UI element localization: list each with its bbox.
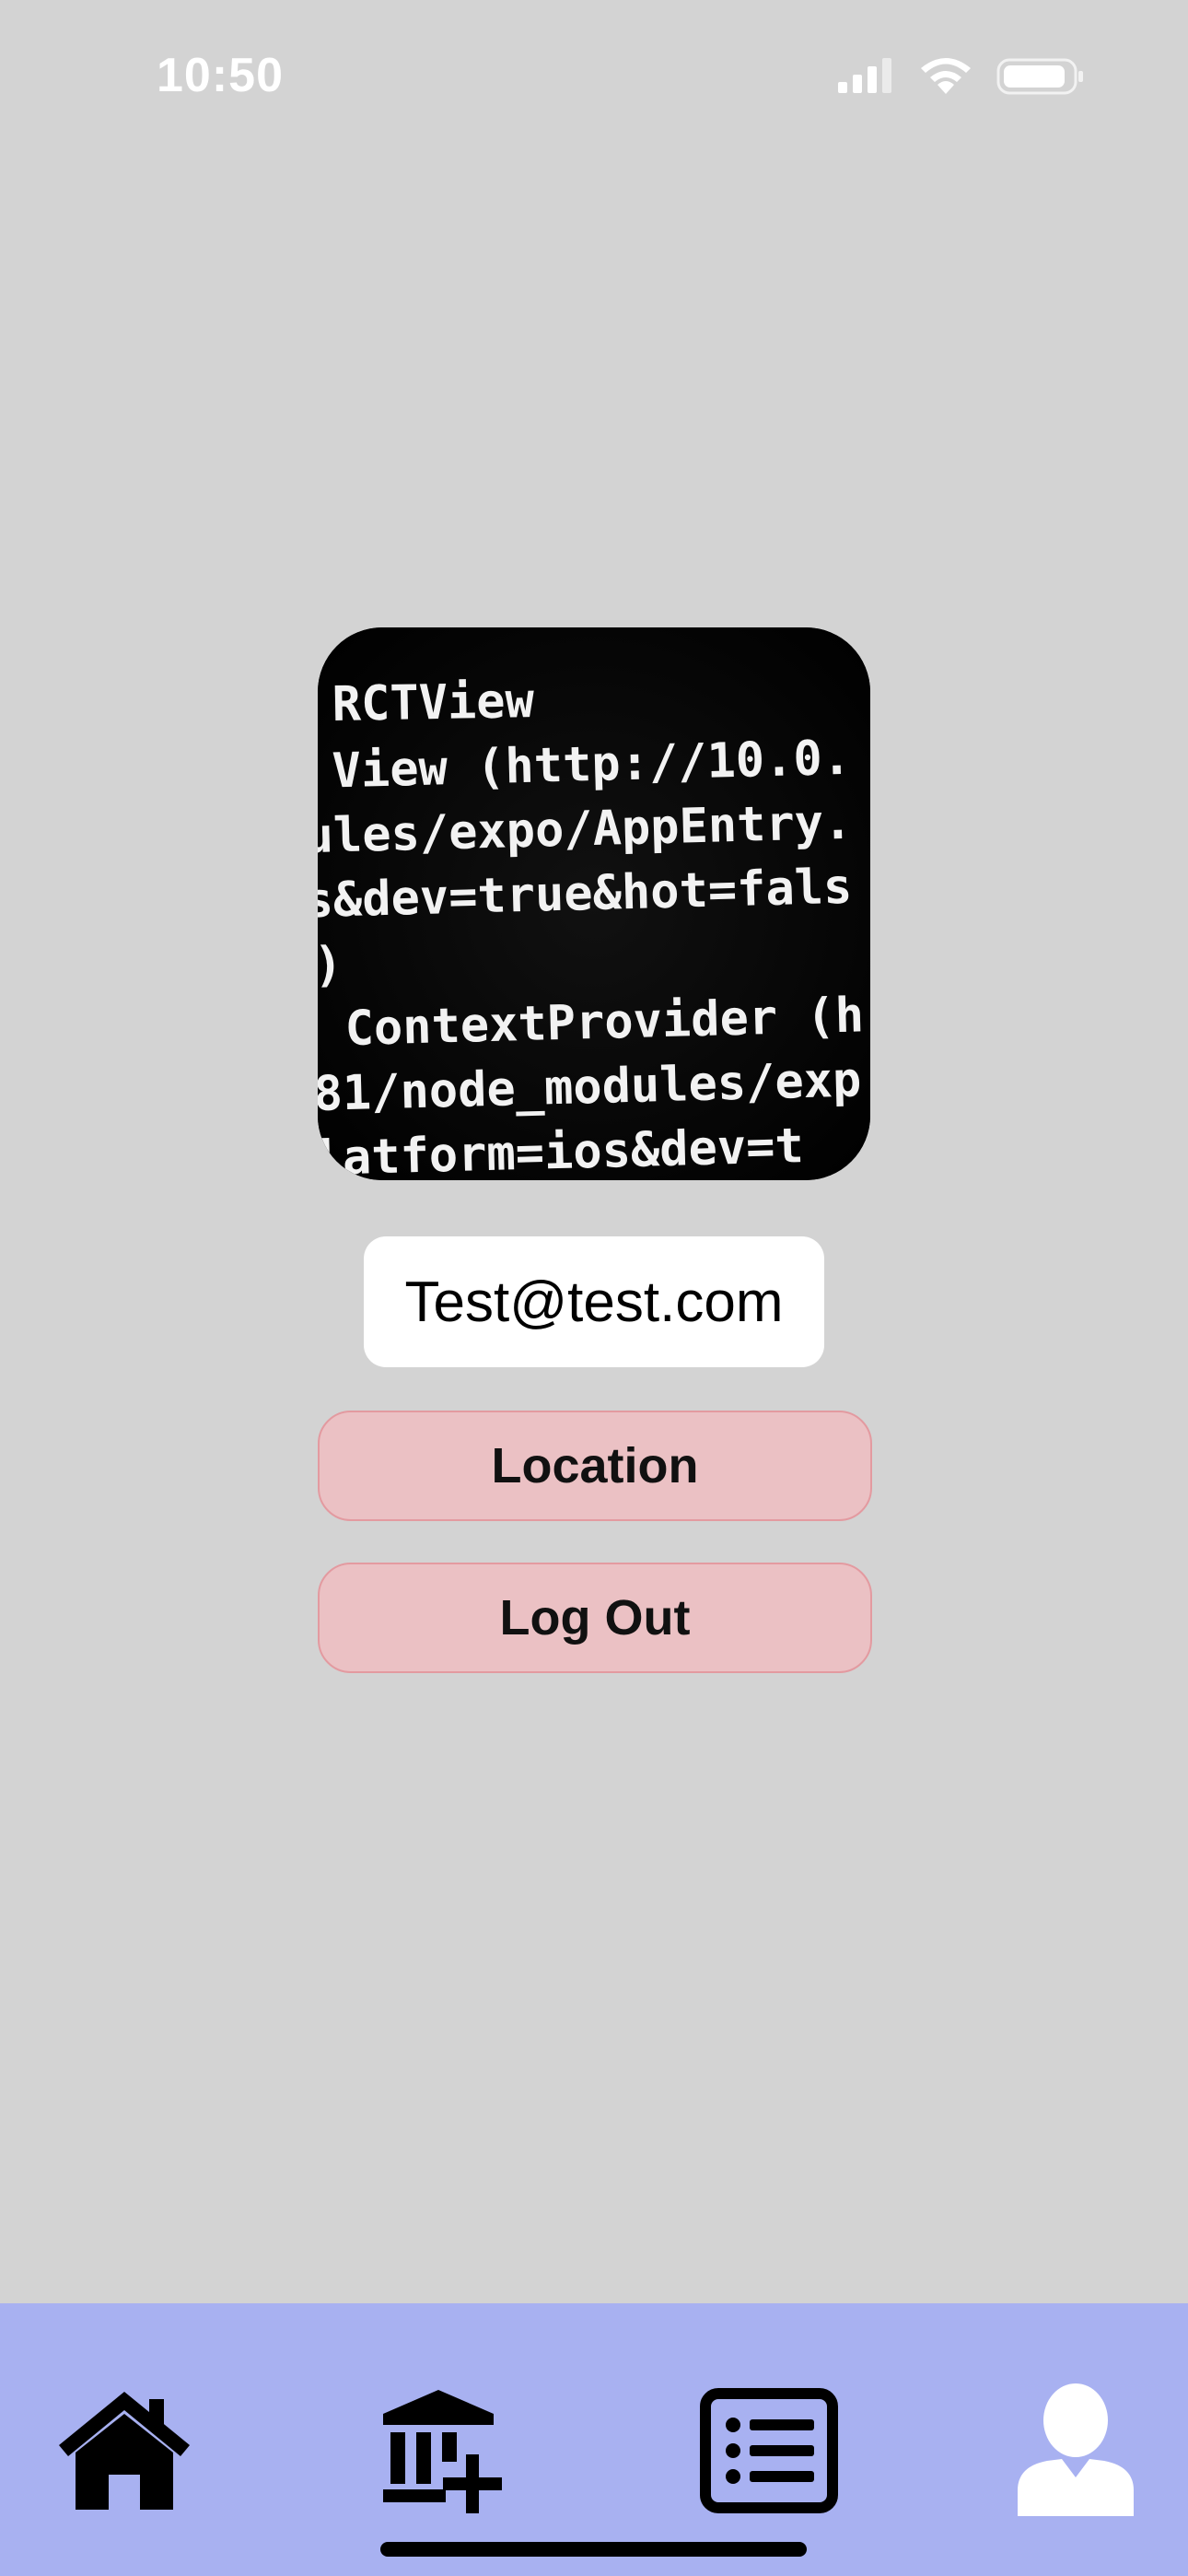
- user-profile-icon: [1018, 2383, 1134, 2516]
- tab-home[interactable]: [51, 2377, 198, 2524]
- home-icon: [59, 2392, 190, 2510]
- list-icon: [700, 2388, 838, 2513]
- photo-line-1: RCTView: [332, 673, 535, 732]
- profile-photo-image: RCTView View (http://10.0. ules/expo/App…: [318, 627, 870, 1180]
- cellular-signal-icon: [838, 58, 891, 93]
- tab-list[interactable]: [695, 2377, 843, 2524]
- profile-photo[interactable]: RCTView View (http://10.0. ules/expo/App…: [318, 627, 870, 1180]
- bank-add-icon: [383, 2390, 502, 2513]
- email-display: Test@test.com: [364, 1236, 824, 1367]
- status-icons: [836, 57, 1085, 96]
- tab-bar: [0, 2303, 1188, 2576]
- logout-button[interactable]: Log Out: [318, 1563, 872, 1673]
- battery-icon: [996, 58, 1083, 95]
- wifi-icon: [921, 58, 971, 94]
- status-bar: 10:50: [0, 0, 1188, 157]
- status-time: 10:50: [157, 49, 284, 102]
- tab-bank-add[interactable]: [370, 2377, 518, 2524]
- home-indicator: [380, 2542, 807, 2557]
- tab-profile[interactable]: [1002, 2377, 1149, 2524]
- photo-line-5: ): [318, 937, 344, 993]
- location-button[interactable]: Location: [318, 1411, 872, 1521]
